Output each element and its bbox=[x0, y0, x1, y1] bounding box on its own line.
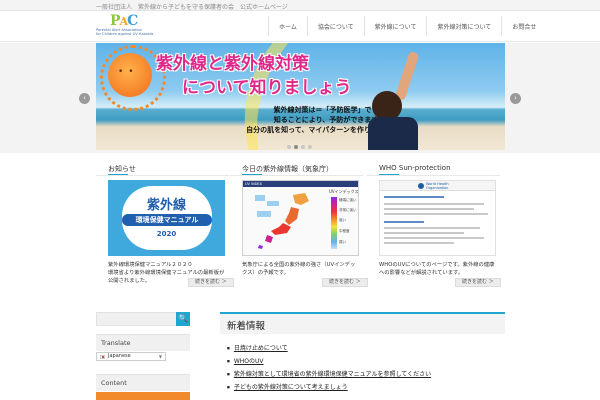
search-icon[interactable]: 🔍 bbox=[176, 312, 190, 326]
site-logo[interactable]: PAC Parental Alert Association for Child… bbox=[96, 13, 162, 41]
sidebar-orange-bar bbox=[96, 392, 190, 400]
hero-slide[interactable]: •• 紫外線と紫外線対策 について知りましょう 紫外線対策は＝「予防医学」です … bbox=[96, 43, 505, 150]
nav-item-about[interactable]: 協会について bbox=[306, 16, 364, 36]
logo-mark: PAC bbox=[110, 13, 138, 29]
list-item: 紫外線対策として環境省の紫外線環境保健マニュアルを参照してください bbox=[227, 368, 431, 381]
feature-box-who: WHO Sun-protection World Health Organiza… bbox=[367, 161, 501, 291]
news-link[interactable]: 紫外線対策として環境省の紫外線環境保健マニュアルを参照してください bbox=[234, 371, 431, 378]
japan-map bbox=[255, 193, 309, 249]
who-page-image[interactable]: World Health Organization bbox=[379, 180, 496, 256]
child-photo bbox=[368, 50, 442, 150]
search-input[interactable]: 🔍 bbox=[96, 312, 190, 326]
hero-slider: •• 紫外線と紫外線対策 について知りましょう 紫外線対策は＝「予防医学」です … bbox=[0, 43, 600, 153]
news-link[interactable]: 日焼け止めについて bbox=[234, 345, 288, 352]
page-title: 新着情報 bbox=[227, 321, 266, 332]
list-item: WHOのUV bbox=[227, 355, 431, 368]
uv-legend: UVインデックス 極端に強い 非常に強い 強い 中程度 弱い bbox=[329, 189, 358, 253]
hero-title-line2: について知りましょう bbox=[182, 78, 352, 98]
nav-item-uv[interactable]: 紫外線について bbox=[363, 16, 427, 36]
who-logo-icon bbox=[418, 183, 424, 189]
box-title: WHO Sun-protection bbox=[379, 164, 451, 172]
feature-box-uv-forecast: 今日の紫外線情報（気象庁） UV INDEX UVインデックス 極端に強い 非常… bbox=[230, 161, 368, 291]
list-item: 日焼け止めについて bbox=[227, 342, 431, 355]
logo-subtitle: Parental Alert Association for Children … bbox=[96, 28, 154, 37]
news-header: 新着情報 bbox=[220, 312, 505, 334]
box-title: 今日の紫外線情報（気象庁） bbox=[242, 165, 333, 173]
language-select[interactable]: Japanese ▼ bbox=[96, 352, 166, 361]
read-more-button[interactable]: 続きを読む ＞ bbox=[188, 278, 234, 287]
box-title: お知らせ bbox=[108, 165, 136, 173]
sidebar: 🔍 Translate Japanese ▼ Content bbox=[96, 312, 190, 400]
slider-dot[interactable] bbox=[301, 145, 305, 149]
read-more-button[interactable]: 続きを読む ＞ bbox=[455, 278, 501, 287]
nav-item-contact[interactable]: お問合せ bbox=[501, 16, 546, 36]
sun-icon: •• bbox=[100, 45, 166, 111]
slider-next-icon[interactable]: › bbox=[510, 93, 521, 104]
box-body: WHOのUVについてのページです。紫外線の健康への影響などが解説されています。 bbox=[379, 262, 495, 276]
news-list: 日焼け止めについて WHOのUV 紫外線対策として環境省の紫外線環境保健マニュア… bbox=[227, 342, 431, 394]
uv-manual-image[interactable]: 紫外線 環境保健マニュアル 2020 bbox=[108, 180, 225, 256]
hero-title-line1: 紫外線と紫外線対策 bbox=[156, 54, 309, 74]
slider-dots bbox=[287, 145, 312, 149]
slider-dot[interactable] bbox=[287, 145, 291, 149]
site-tagline: 一般社団法人 紫外線から子どもを守る保護者の会 公式ホームページ bbox=[96, 4, 288, 11]
translate-heading: Translate bbox=[96, 334, 190, 351]
chevron-down-icon: ▼ bbox=[158, 354, 162, 359]
slider-prev-icon[interactable]: ‹ bbox=[79, 93, 90, 104]
feature-box-news: お知らせ 紫外線 環境保健マニュアル 2020 紫外線環境保健マニュアル２０２０… bbox=[96, 161, 234, 291]
box-body: 気象庁による全国の紫外線の強さ（UVインデックス）の予報です。 bbox=[242, 262, 356, 276]
news-link[interactable]: WHOのUV bbox=[234, 358, 264, 365]
list-item: 子どもの紫外線対策について考えましょう bbox=[227, 381, 431, 394]
feature-boxes: お知らせ 紫外線 環境保健マニュアル 2020 紫外線環境保健マニュアル２０２０… bbox=[96, 161, 505, 291]
top-bar: 一般社団法人 紫外線から子どもを守る保護者の会 公式ホームページ bbox=[0, 0, 600, 11]
main-nav: ホーム 協会について 紫外線について 紫外線対策について お問合せ bbox=[268, 16, 546, 36]
slider-dot[interactable] bbox=[294, 145, 298, 149]
nav-item-home[interactable]: ホーム bbox=[268, 16, 307, 36]
content-heading: Content bbox=[96, 374, 190, 391]
slider-dot[interactable] bbox=[308, 145, 312, 149]
japan-flag-icon bbox=[100, 354, 105, 359]
news-link[interactable]: 子どもの紫外線対策について考えましょう bbox=[234, 384, 348, 391]
nav-item-uv-protection[interactable]: 紫外線対策について bbox=[426, 16, 501, 36]
site-header: PAC Parental Alert Association for Child… bbox=[0, 12, 600, 42]
uv-map-image[interactable]: UV INDEX UVインデックス 極端に強い 非常に強い 強い 中程度 弱い bbox=[242, 180, 359, 256]
main-content: 新着情報 日焼け止めについて WHOのUV 紫外線対策として環境省の紫外線環境保… bbox=[220, 312, 505, 400]
sun-face: •• bbox=[118, 67, 139, 77]
read-more-button[interactable]: 続きを読む ＞ bbox=[322, 278, 368, 287]
